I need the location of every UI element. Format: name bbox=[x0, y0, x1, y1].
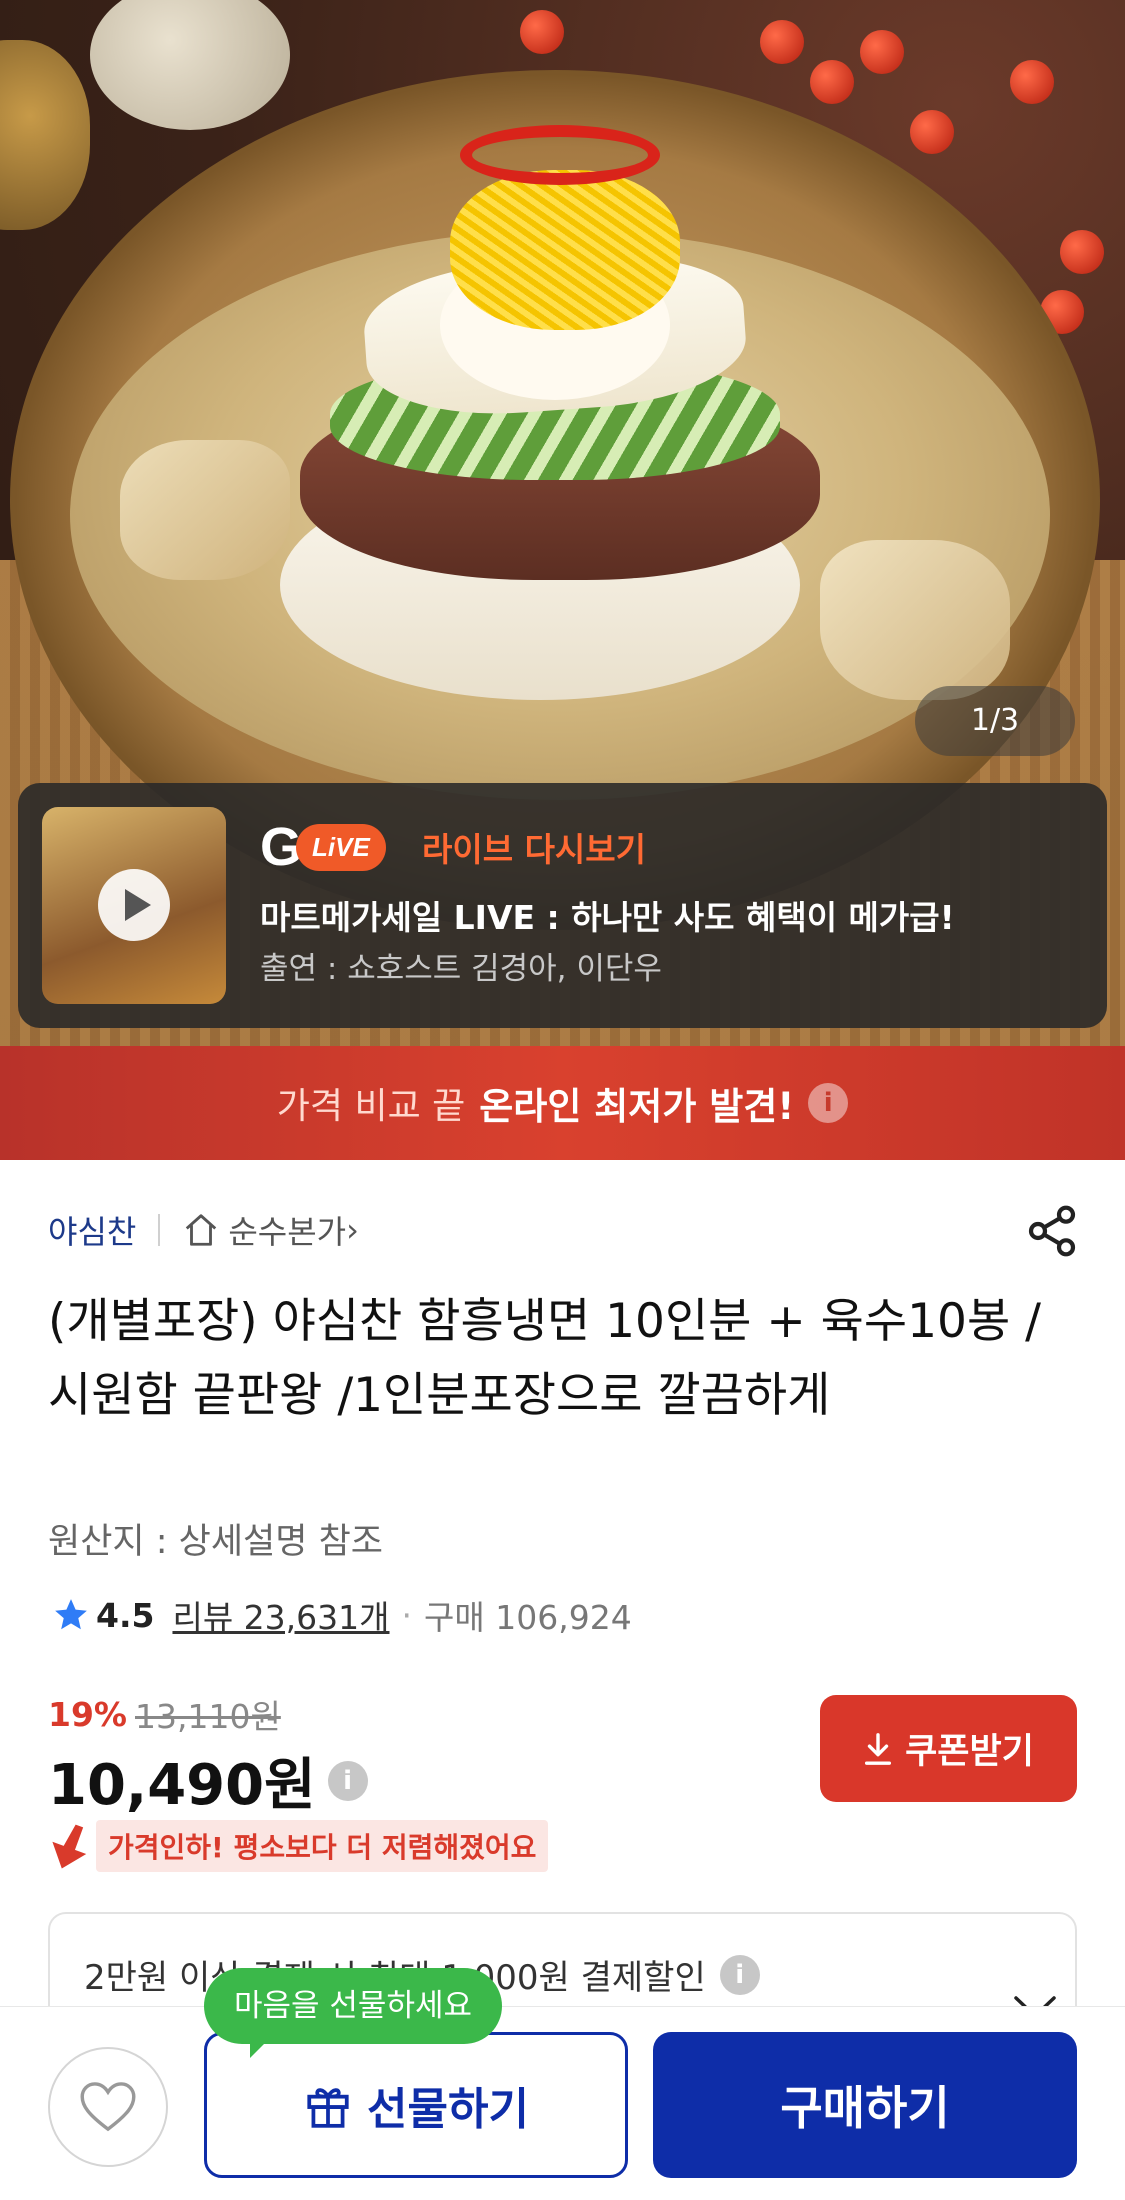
download-icon bbox=[865, 1732, 892, 1765]
store-home-icon[interactable] bbox=[182, 1211, 220, 1249]
wishlist-button[interactable] bbox=[48, 2047, 168, 2167]
price-compare-prefix: 가격 비교 끝 bbox=[276, 1086, 466, 1127]
live-cast: 출연 : 쇼호스트 김경아, 이단우 bbox=[260, 951, 662, 987]
discount-rate: 19% bbox=[48, 1694, 127, 1734]
star-icon bbox=[55, 1599, 87, 1630]
berry bbox=[1060, 230, 1104, 274]
egg-garnish bbox=[450, 170, 680, 330]
lowest-price-highlight: 온라인 최저가 발견! bbox=[479, 1085, 795, 1128]
live-replay-banner[interactable]: G LiVE 라이브 다시보기 마트메가세일 LIVE : 하나만 사도 혜택이… bbox=[18, 783, 1107, 1028]
product-origin: 원산지 : 상세설명 참조 bbox=[48, 1522, 383, 1562]
chili-ring bbox=[460, 125, 660, 185]
product-title: (개별포장) 야심찬 함흥냉면 10인분 + 육수10봉 /시원함 끝판왕 /1… bbox=[48, 1294, 1041, 1423]
divider bbox=[158, 1214, 161, 1246]
live-thumbnail[interactable] bbox=[42, 807, 226, 1004]
rating-row: 4.5 리뷰 23,631개 · 구매 106,924 bbox=[52, 1590, 632, 1640]
price-drop-notice: 가격인하! 평소보다 더 저렴해졌어요 bbox=[48, 1820, 549, 1872]
info-icon[interactable]: i bbox=[327, 1760, 368, 1801]
live-replay-label: 라이브 다시보기 bbox=[422, 830, 647, 869]
ice-slush bbox=[120, 440, 290, 580]
heart-icon bbox=[80, 2082, 136, 2132]
lowest-price-banner[interactable]: 가격 비교 끝 온라인 최저가 발견! i bbox=[0, 1046, 1125, 1160]
gift-tooltip: 마음을 선물하세요 bbox=[204, 1968, 503, 2058]
berry bbox=[810, 60, 854, 104]
live-badge: LiVE bbox=[296, 823, 386, 871]
buy-button[interactable]: 구매하기 bbox=[653, 2032, 1077, 2178]
buy-label: 구매하기 bbox=[780, 2081, 950, 2135]
store-link[interactable]: 순수본가 bbox=[228, 1207, 346, 1253]
share-icon[interactable] bbox=[1024, 1203, 1080, 1259]
teapot bbox=[90, 0, 290, 130]
glive-logo: G LiVE bbox=[260, 819, 386, 875]
chevron-right-icon[interactable]: › bbox=[346, 1211, 359, 1249]
price-row: 10,490원 i bbox=[48, 1740, 368, 1821]
rating-value: 4.5 bbox=[96, 1595, 155, 1635]
bottom-action-bar: 선물하기 구매하기 bbox=[0, 2006, 1125, 2200]
image-counter: 1/3 bbox=[915, 686, 1075, 756]
price-drop-text: 가격인하! 평소보다 더 저렴해졌어요 bbox=[96, 1820, 549, 1872]
info-icon[interactable]: i bbox=[808, 1083, 849, 1123]
price-down-arrow-icon bbox=[52, 1824, 87, 1869]
purchase-count: 구매 106,924 bbox=[424, 1598, 632, 1637]
berry bbox=[520, 10, 564, 54]
info-icon[interactable]: i bbox=[719, 1954, 760, 1995]
separator-dot: · bbox=[401, 1595, 413, 1635]
berry bbox=[1010, 60, 1054, 104]
sale-price: 10,490원 bbox=[48, 1753, 316, 1818]
berry bbox=[860, 30, 904, 74]
coupon-button[interactable]: 쿠폰받기 bbox=[820, 1695, 1077, 1802]
berry bbox=[760, 20, 804, 64]
brand-link[interactable]: 야심찬 bbox=[48, 1207, 136, 1253]
brand-row: 야심찬 순수본가 › bbox=[48, 1205, 359, 1255]
review-count-link[interactable]: 리뷰 23,631개 bbox=[172, 1591, 389, 1639]
live-title: 마트메가세일 LIVE : 하나만 사도 혜택이 메가급! bbox=[260, 898, 955, 937]
gift-icon bbox=[307, 2088, 349, 2128]
brass-cup bbox=[0, 40, 90, 230]
discount-row: 19% 13,110원 bbox=[48, 1690, 281, 1738]
berry bbox=[910, 110, 954, 154]
gift-label: 선물하기 bbox=[367, 2084, 529, 2135]
coupon-label: 쿠폰받기 bbox=[905, 1732, 1034, 1772]
ice-slush bbox=[820, 540, 1010, 700]
play-icon[interactable] bbox=[98, 869, 170, 941]
original-price: 13,110원 bbox=[135, 1697, 281, 1736]
